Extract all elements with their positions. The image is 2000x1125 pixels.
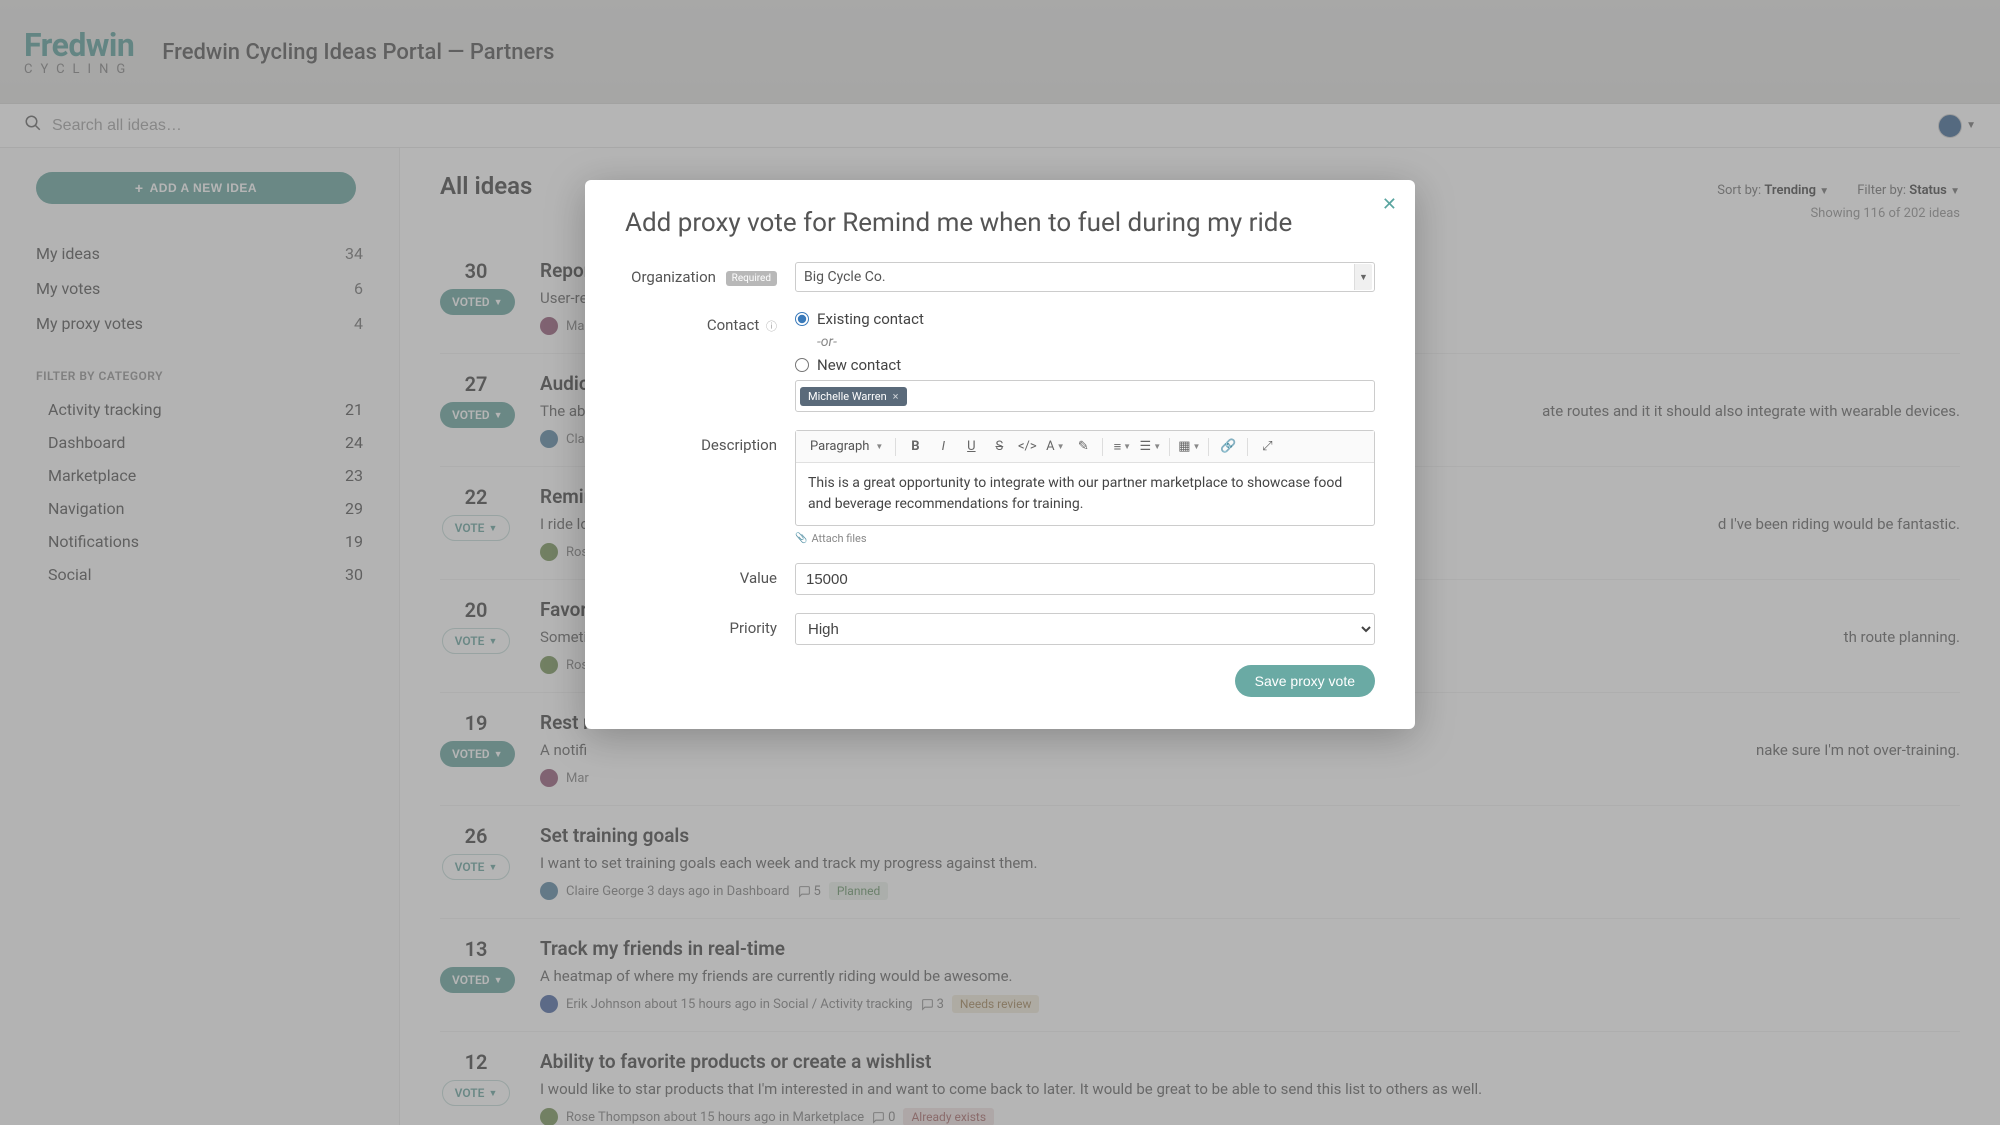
align-icon[interactable]: ≡▼ bbox=[1109, 435, 1135, 459]
label-organization: Organization Required bbox=[625, 262, 795, 286]
label-description: Description bbox=[625, 430, 795, 454]
table-icon[interactable]: ▦▼ bbox=[1176, 435, 1202, 459]
paragraph-dropdown[interactable]: Paragraph▼ bbox=[804, 439, 889, 454]
toolbar-separator bbox=[1102, 438, 1103, 456]
expand-icon[interactable]: ⤢ bbox=[1254, 435, 1280, 459]
close-icon[interactable]: ✕ bbox=[1382, 194, 1397, 215]
organization-select[interactable]: Big Cycle Co. ▼ bbox=[795, 262, 1375, 292]
radio-existing-contact[interactable]: Existing contact bbox=[795, 310, 1375, 328]
code-icon[interactable]: </> bbox=[1014, 435, 1040, 459]
or-divider: -or- bbox=[817, 334, 1375, 350]
label-contact: Contact ⓘ bbox=[625, 310, 795, 334]
info-icon[interactable]: ⓘ bbox=[766, 320, 777, 333]
row-contact: Contact ⓘ Existing contact -or- New cont… bbox=[625, 310, 1375, 412]
field-organization: Big Cycle Co. ▼ bbox=[795, 262, 1375, 292]
row-organization: Organization Required Big Cycle Co. ▼ bbox=[625, 262, 1375, 292]
paperclip-icon: 📎 bbox=[795, 533, 807, 544]
row-value: Value bbox=[625, 563, 1375, 595]
remove-tag-icon[interactable]: × bbox=[893, 390, 899, 403]
radio-new-contact[interactable]: New contact bbox=[795, 356, 1375, 374]
proxy-vote-modal: ✕ Add proxy vote for Remind me when to f… bbox=[585, 180, 1415, 729]
highlight-icon[interactable]: ✎ bbox=[1070, 435, 1096, 459]
chevron-down-icon: ▼ bbox=[1354, 264, 1372, 290]
value-input[interactable] bbox=[795, 563, 1375, 595]
toolbar-separator bbox=[1208, 438, 1209, 456]
save-proxy-vote-button[interactable]: Save proxy vote bbox=[1235, 665, 1375, 697]
contact-tag: Michelle Warren × bbox=[800, 387, 907, 406]
field-contact: Existing contact -or- New contact Michel… bbox=[795, 310, 1375, 412]
label-value: Value bbox=[625, 563, 795, 587]
required-badge: Required bbox=[726, 271, 777, 286]
underline-icon[interactable]: U bbox=[958, 435, 984, 459]
radio-existing-input[interactable] bbox=[795, 312, 809, 326]
field-description: Paragraph▼ B I U S </> A▼ ✎ ≡▼ ☰▼ ▦▼ bbox=[795, 430, 1375, 545]
bold-icon[interactable]: B bbox=[902, 435, 928, 459]
modal-footer: Save proxy vote bbox=[625, 665, 1375, 697]
toolbar-separator bbox=[895, 438, 896, 456]
list-icon[interactable]: ☰▼ bbox=[1137, 435, 1163, 459]
organization-value: Big Cycle Co. bbox=[804, 269, 886, 285]
radio-new-input[interactable] bbox=[795, 358, 809, 372]
italic-icon[interactable]: I bbox=[930, 435, 956, 459]
editor-toolbar: Paragraph▼ B I U S </> A▼ ✎ ≡▼ ☰▼ ▦▼ bbox=[796, 431, 1374, 463]
text-color-icon[interactable]: A▼ bbox=[1042, 435, 1068, 459]
link-icon[interactable]: 🔗 bbox=[1215, 435, 1241, 459]
row-priority: Priority High bbox=[625, 613, 1375, 645]
toolbar-separator bbox=[1169, 438, 1170, 456]
attach-files[interactable]: 📎 Attach files bbox=[795, 532, 1375, 545]
toolbar-separator bbox=[1247, 438, 1248, 456]
editor-body[interactable]: This is a great opportunity to integrate… bbox=[796, 463, 1374, 525]
contact-tag-input[interactable]: Michelle Warren × bbox=[795, 380, 1375, 412]
strikethrough-icon[interactable]: S bbox=[986, 435, 1012, 459]
field-priority: High bbox=[795, 613, 1375, 645]
contact-tag-label: Michelle Warren bbox=[808, 390, 887, 403]
field-value bbox=[795, 563, 1375, 595]
row-description: Description Paragraph▼ B I U S </> A▼ ✎ bbox=[625, 430, 1375, 545]
chevron-down-icon: ▼ bbox=[875, 442, 883, 451]
label-priority: Priority bbox=[625, 613, 795, 637]
modal-overlay[interactable]: ✕ Add proxy vote for Remind me when to f… bbox=[0, 0, 2000, 1125]
priority-select[interactable]: High bbox=[795, 613, 1375, 645]
rich-text-editor: Paragraph▼ B I U S </> A▼ ✎ ≡▼ ☰▼ ▦▼ bbox=[795, 430, 1375, 526]
modal-title: Add proxy vote for Remind me when to fue… bbox=[625, 208, 1375, 238]
